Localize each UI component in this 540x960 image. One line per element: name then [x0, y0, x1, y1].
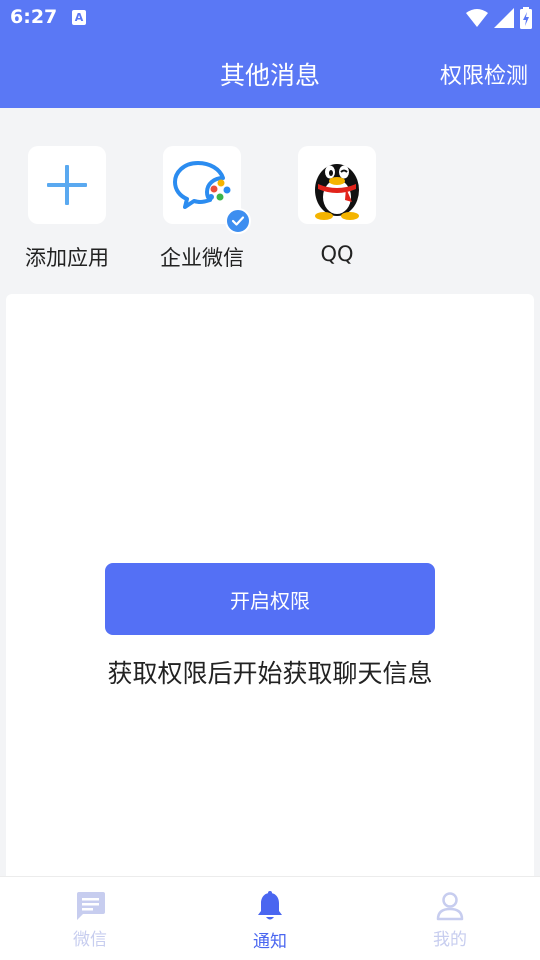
- qq-penguin-icon: [315, 164, 359, 220]
- app-bar: 其他消息 权限检测: [0, 36, 540, 108]
- add-icon: [47, 165, 87, 205]
- wecom-app-tile[interactable]: [163, 146, 251, 234]
- tab-notification[interactable]: 通知: [180, 877, 360, 960]
- apps-row: 添加应用 企业微信 QQ: [0, 108, 540, 294]
- battery-charging-icon: [520, 7, 532, 29]
- status-icons: [466, 6, 532, 30]
- permission-check-button[interactable]: 权限检测: [440, 58, 528, 90]
- qq-app-item[interactable]: QQ: [282, 146, 392, 266]
- notification-a-icon: A: [72, 10, 86, 25]
- app-label: 企业微信: [160, 246, 244, 270]
- verified-badge-icon: [225, 208, 251, 234]
- bell-icon: [258, 891, 282, 920]
- tab-label: 我的: [433, 930, 467, 950]
- enable-permission-button[interactable]: 开启权限: [105, 563, 435, 635]
- tab-wechat[interactable]: 微信: [0, 877, 180, 960]
- person-icon: [436, 892, 464, 921]
- signal-icon: [494, 8, 514, 28]
- permission-card: 开启权限 获取权限后开始获取聊天信息: [6, 294, 534, 894]
- qq-app-tile[interactable]: [298, 146, 376, 224]
- wecom-icon: [173, 161, 231, 209]
- app-label: 添加应用: [25, 246, 109, 270]
- app-label: QQ: [320, 242, 354, 266]
- tab-label: 微信: [73, 930, 107, 950]
- chat-message-icon: [77, 892, 105, 920]
- status-time: 6:27: [10, 6, 58, 28]
- wifi-icon: [466, 9, 488, 27]
- add-app-item[interactable]: 添加应用: [12, 146, 122, 272]
- tab-label: 通知: [253, 932, 287, 952]
- permission-hint-text: 获取权限后开始获取聊天信息: [107, 659, 433, 688]
- wecom-app-item[interactable]: 企业微信: [147, 146, 257, 272]
- add-app-tile[interactable]: [28, 146, 106, 224]
- tab-mine[interactable]: 我的: [360, 877, 540, 960]
- status-bar: 6:27 A: [0, 0, 540, 36]
- bottom-tab-bar: 微信 通知 我的: [0, 876, 540, 960]
